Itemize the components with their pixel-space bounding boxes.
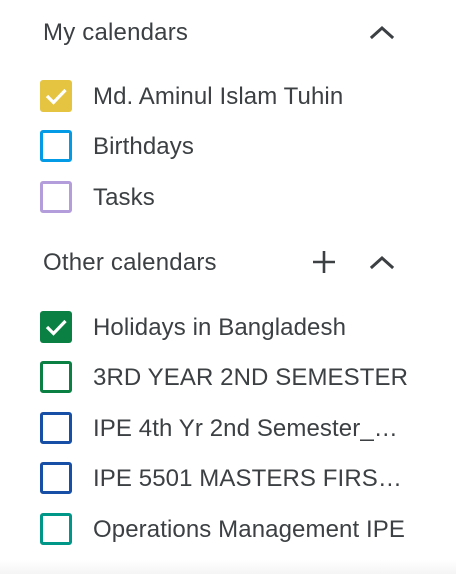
calendar-item-label: 3RD YEAR 2ND SEMESTER [93,364,409,391]
calendar-checkbox[interactable] [40,181,72,213]
calendar-checkbox[interactable] [40,412,72,444]
add-other-calendar-button[interactable] [304,242,344,282]
chevron-up-icon [369,255,395,270]
other-calendars-header[interactable]: Other calendars [0,237,456,287]
calendar-item-label: Md. Aminul Islam Tuhin [93,83,344,110]
calendar-item[interactable]: 3RD YEAR 2ND SEMESTER [0,351,456,401]
calendar-item-label: IPE 5501 MASTERS FIRST SEMESTER [93,465,409,492]
collapse-other-calendars-button[interactable] [362,242,402,282]
scroll-fade [0,560,456,574]
calendar-checkbox[interactable] [40,361,72,393]
collapse-my-calendars-button[interactable] [362,12,402,52]
chevron-up-icon [369,25,395,40]
calendar-item-label: Operations Management IPE [93,516,406,543]
calendar-item[interactable]: Operations Management IPE [0,503,456,553]
calendar-item[interactable]: Holidays in Bangladesh [0,301,456,351]
plus-icon [313,251,335,273]
calendar-checkbox[interactable] [40,513,72,545]
calendar-list-panel: My calendars Md. Aminul Islam Tuhin Birt… [0,0,456,574]
calendar-checkbox[interactable] [40,311,72,343]
calendar-item-label: Birthdays [93,133,194,160]
calendar-item-label: Holidays in Bangladesh [93,314,347,341]
my-calendars-header[interactable]: My calendars [0,7,456,57]
calendar-checkbox[interactable] [40,462,72,494]
checkmark-icon [45,88,67,105]
my-calendars-title: My calendars [43,19,189,46]
calendar-item[interactable]: IPE 4th Yr 2nd Semester_Routine [0,402,456,452]
calendar-item[interactable]: Md. Aminul Islam Tuhin [0,70,456,120]
calendar-item-label: IPE 4th Yr 2nd Semester_Routine [93,415,409,442]
calendar-item[interactable]: Tasks [0,171,456,221]
calendar-item-label: Tasks [93,184,155,211]
other-calendars-title: Other calendars [43,249,217,276]
calendar-checkbox[interactable] [40,130,72,162]
calendar-checkbox[interactable] [40,80,72,112]
calendar-item[interactable]: IPE 5501 MASTERS FIRST SEMESTER [0,452,456,502]
checkmark-icon [45,319,67,336]
calendar-item[interactable]: Birthdays [0,120,456,170]
